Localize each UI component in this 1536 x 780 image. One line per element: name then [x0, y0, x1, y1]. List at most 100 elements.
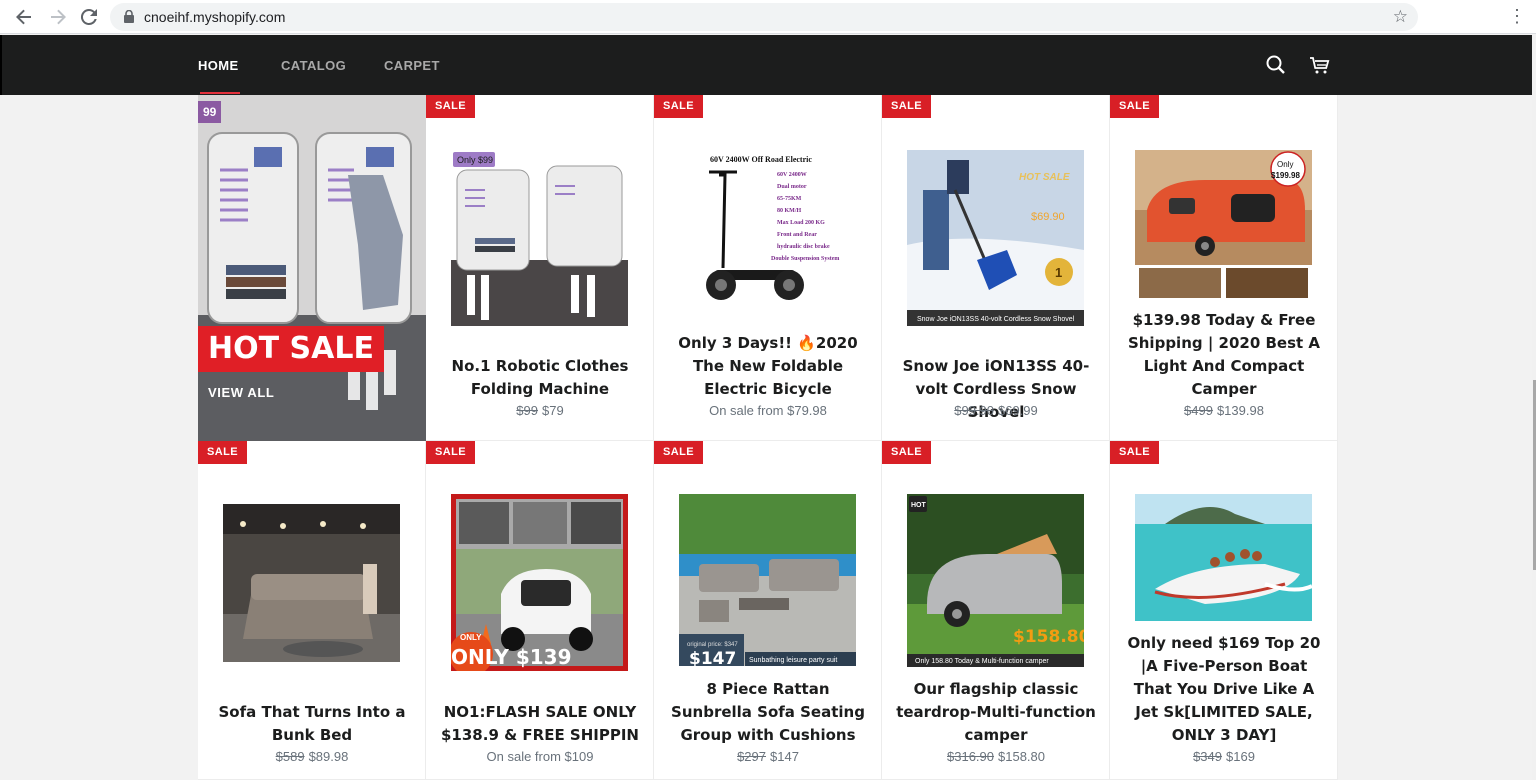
compare-price: $316.90 [947, 749, 994, 764]
svg-text:$69.90: $69.90 [1031, 211, 1065, 223]
url-text: cnoeihf.myshopify.com [144, 9, 286, 25]
svg-text:Sunbathing leisure party suit: Sunbathing leisure party suit [749, 657, 837, 664]
nav-catalog[interactable]: CATALOG [281, 58, 346, 73]
back-icon[interactable] [12, 5, 36, 29]
sale-price: On sale from $79.98 [709, 403, 827, 418]
star-icon[interactable]: ☆ [1393, 7, 1408, 27]
product-price: On sale from $109 [426, 749, 653, 764]
product-price: $589 $89.98 [198, 749, 425, 764]
sale-price: $139.98 [1216, 403, 1264, 418]
product-title[interactable]: Sofa That Turns Into a Bunk Bed [210, 701, 414, 747]
svg-text:Dual motor: Dual motor [777, 184, 807, 190]
sale-price: $169 [1226, 749, 1255, 764]
product-price: $297 $147 [654, 749, 881, 764]
cart-icon[interactable] [1308, 53, 1332, 77]
svg-text:Double Suspension System: Double Suspension System [771, 256, 839, 262]
product-price: $316.90 $158.80 [882, 749, 1109, 764]
address-bar[interactable]: cnoeihf.myshopify.com ☆ [110, 3, 1418, 31]
product-card[interactable]: SALE Sofa That Turns Into a Bunk Bed $58… [198, 441, 426, 780]
svg-text:65-75KM: 65-75KM [777, 196, 802, 202]
image-heading: 60V 2400W Off Road Electric [710, 155, 812, 164]
image-price-tag: Only $99 [457, 155, 493, 165]
svg-text:Front and Rear: Front and Rear [777, 232, 817, 238]
sale-price: $69.99 [998, 403, 1038, 418]
sale-badge: SALE [882, 441, 931, 464]
product-title[interactable]: No.1 Robotic Clothes Folding Machine [438, 355, 642, 401]
product-card[interactable]: HOT SALE $69.90 1 Snow Joe iON13SS 40-vo… [882, 95, 1110, 441]
product-title[interactable]: $139.98 Today & Free Shipping | 2020 Bes… [1122, 309, 1326, 401]
product-image [223, 504, 400, 662]
nav-carpet[interactable]: CARPET [384, 58, 440, 73]
lock-icon [124, 10, 134, 23]
sale-price: $79 [542, 403, 564, 418]
svg-text:$199.98: $199.98 [1271, 171, 1300, 180]
image-price-tag: $147 [689, 649, 736, 666]
product-card[interactable]: Only $99 SALE No.1 Robotic Clothes Foldi… [426, 95, 654, 441]
compare-price: $99.90 [954, 403, 994, 418]
sale-price: On sale from $109 [486, 749, 594, 764]
product-price: $99.90 $69.99 [882, 403, 1109, 418]
svg-text:80 KM/H: 80 KM/H [777, 208, 801, 214]
sale-badge: SALE [1110, 95, 1159, 118]
sale-badge: SALE [1110, 441, 1159, 464]
sale-badge: SALE [654, 95, 703, 118]
sale-price: $147 [770, 749, 799, 764]
product-title[interactable]: Our flagship classic teardrop-Multi-func… [894, 678, 1098, 747]
compare-price: $349 [1193, 749, 1222, 764]
product-image [1135, 494, 1312, 621]
product-card[interactable]: original price: $347 $147 Sunbathing lei… [654, 441, 882, 780]
product-price: $349 $169 [1110, 749, 1337, 764]
svg-text:hydraulic disc brake: hydraulic disc brake [777, 244, 830, 250]
forward-icon[interactable] [46, 5, 70, 29]
image-price-tag: $158.80 [1013, 627, 1084, 647]
product-image: ONLY ONLY $139 [451, 494, 628, 671]
sale-badge: SALE [654, 441, 703, 464]
hero-corner-tag: 99 [198, 101, 222, 123]
product-title[interactable]: NO1:FLASH SALE ONLY $138.9 & FREE SHIPPI… [438, 701, 642, 747]
svg-text:Only 158.80 Today & Multi-func: Only 158.80 Today & Multi-function campe… [915, 658, 1049, 665]
product-price: $499 $139.98 [1110, 403, 1337, 418]
nav-home[interactable]: HOME [198, 58, 239, 73]
svg-text:HOT SALE: HOT SALE [1019, 172, 1070, 183]
site-header: HOME CATALOG CARPET [0, 35, 1536, 95]
product-image: 60V 2400W Off Road Electric 60V 2400W Dua… [679, 150, 856, 310]
image-caption: Snow Joe iON13SS 40-volt Cordless Snow S… [917, 316, 1075, 323]
sale-badge: SALE [198, 441, 247, 464]
svg-text:Only: Only [1277, 160, 1293, 169]
sale-price: $89.98 [308, 749, 349, 764]
product-card[interactable]: 60V 2400W Off Road Electric 60V 2400W Dua… [654, 95, 882, 441]
product-price: On sale from $79.98 [654, 403, 881, 418]
product-image: HOT $158.80 Only 158.80 Today & Multi-fu… [907, 494, 1084, 667]
svg-text:HOT: HOT [911, 502, 927, 509]
browser-toolbar: cnoeihf.myshopify.com ☆ ⋮ [0, 0, 1536, 34]
hot-sale-collection-tile[interactable]: 99 HOT SALE VIEW ALL [198, 95, 426, 441]
product-card[interactable]: ONLY ONLY $139 SALE NO1:FLASH SALE ONLY … [426, 441, 654, 780]
active-nav-indicator [200, 92, 240, 94]
product-image: HOT SALE $69.90 1 Snow Joe iON13SS 40-vo… [907, 150, 1084, 326]
compare-price: $99 [516, 403, 538, 418]
product-card[interactable]: Only $199.98 SALE $139.98 Today & Free S… [1110, 95, 1338, 441]
product-title[interactable]: Only need $169 Top 20 |A Five-Person Boa… [1122, 632, 1326, 747]
product-price: $99 $79 [426, 403, 653, 418]
search-icon[interactable] [1264, 53, 1288, 77]
reload-icon[interactable] [77, 5, 101, 29]
product-image: original price: $347 $147 Sunbathing lei… [679, 494, 856, 666]
view-all-link[interactable]: VIEW ALL [208, 385, 274, 400]
product-image: Only $99 [451, 150, 628, 326]
product-card[interactable]: HOT $158.80 Only 158.80 Today & Multi-fu… [882, 441, 1110, 780]
compare-price: $297 [737, 749, 766, 764]
product-card[interactable]: SALE Only need $169 Top 20 |A Five-Perso… [1110, 441, 1338, 780]
product-title[interactable]: Only 3 Days!! 🔥2020 The New Foldable Ele… [666, 332, 870, 401]
kebab-menu-icon[interactable]: ⋮ [1508, 6, 1526, 27]
sale-badge: SALE [882, 95, 931, 118]
product-title[interactable]: 8 Piece Rattan Sunbrella Sofa Seating Gr… [666, 678, 870, 747]
product-image: Only $199.98 [1135, 150, 1312, 300]
svg-text:Max Load 200 KG: Max Load 200 KG [777, 220, 825, 226]
sale-price: $158.80 [998, 749, 1045, 764]
svg-text:original price: $347: original price: $347 [687, 642, 738, 648]
compare-price: $589 [275, 749, 305, 764]
svg-text:60V 2400W: 60V 2400W [777, 172, 807, 178]
sale-badge: SALE [426, 95, 475, 118]
svg-text:1: 1 [1055, 265, 1062, 280]
sale-badge: SALE [426, 441, 475, 464]
